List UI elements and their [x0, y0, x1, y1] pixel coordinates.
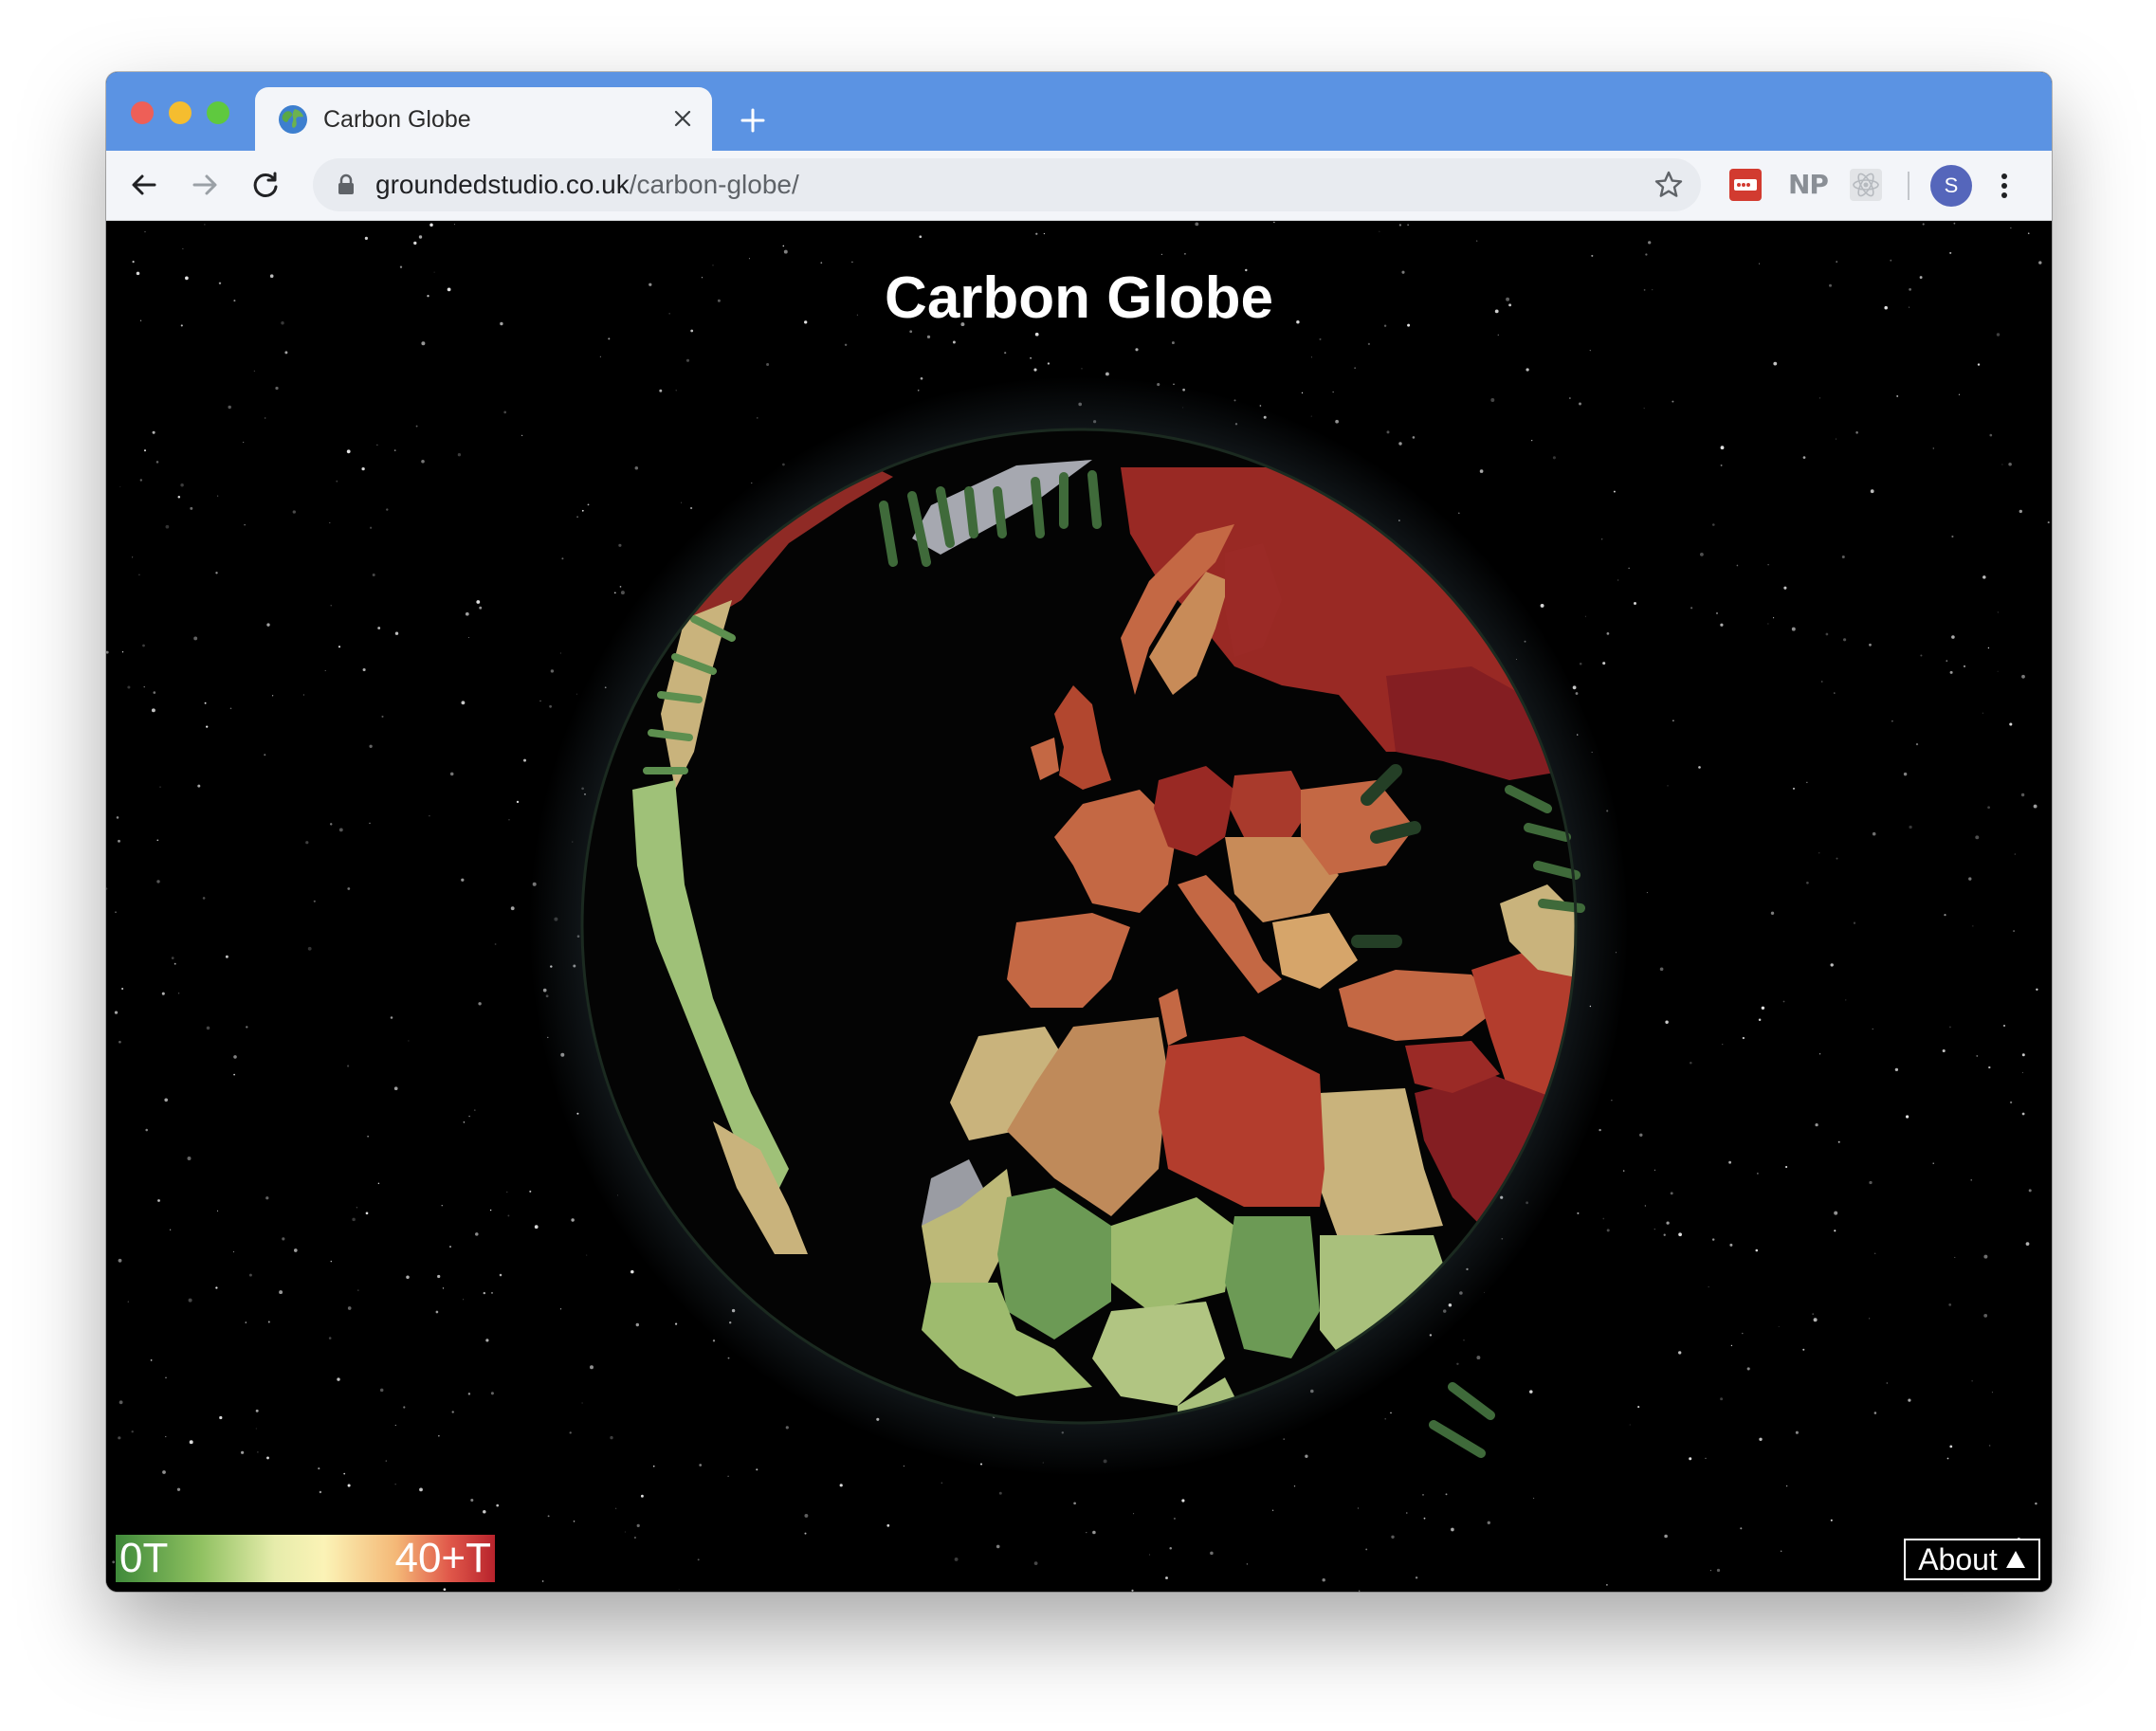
forward-button[interactable]	[184, 164, 226, 206]
url-path: /carbon-globe/	[629, 170, 799, 199]
country-southern-africa[interactable]	[1197, 1510, 1453, 1592]
carbon-globe-visualization[interactable]	[106, 221, 2052, 1592]
reload-button[interactable]	[245, 164, 286, 206]
password-manager-extension-icon[interactable]	[1729, 169, 1762, 201]
close-window-button[interactable]	[131, 101, 154, 124]
dots-icon	[1734, 179, 1757, 191]
np-extension-icon[interactable]: NP	[1788, 167, 1832, 201]
plus-icon	[740, 108, 765, 133]
close-tab-button[interactable]	[667, 102, 699, 135]
triangle-up-icon	[2005, 1551, 2025, 1568]
react-devtools-extension-icon[interactable]	[1849, 168, 1883, 202]
lock-icon	[338, 173, 354, 194]
bookmark-star-icon[interactable]	[1654, 170, 1684, 200]
profile-avatar[interactable]: S	[1930, 165, 1972, 207]
url-host: groundedstudio.co.uk	[375, 170, 630, 199]
browser-window: Carbon Globe groundedstudio.co.uk/carbon…	[106, 72, 2052, 1592]
globe-viewport[interactable]: Carbon Globe 0T 40+T About	[106, 221, 2052, 1592]
maximize-window-button[interactable]	[207, 101, 229, 124]
country-south-africa[interactable]	[1272, 1576, 1367, 1592]
country-madagascar-rim[interactable]	[1471, 1387, 1547, 1482]
back-button[interactable]	[123, 164, 165, 206]
minimize-window-button[interactable]	[169, 101, 192, 124]
legend-min-label: 0T	[119, 1535, 169, 1581]
emissions-legend: 0T 40+T	[116, 1535, 495, 1582]
tab-strip: Carbon Globe	[106, 72, 2052, 151]
toolbar-divider	[1908, 172, 1909, 200]
url-text[interactable]: groundedstudio.co.uk/carbon-globe/	[375, 170, 799, 200]
globe-favicon-icon	[279, 105, 307, 134]
about-button[interactable]: About	[1904, 1539, 2040, 1580]
about-label: About	[1918, 1541, 1998, 1576]
reload-icon	[253, 172, 278, 197]
page-title: Carbon Globe	[885, 265, 1273, 331]
arrow-right-icon	[192, 174, 217, 195]
active-tab[interactable]: Carbon Globe	[255, 87, 712, 151]
tab-title: Carbon Globe	[323, 106, 471, 133]
legend-max-label: 40+T	[394, 1535, 491, 1581]
close-icon	[674, 110, 691, 127]
address-bar[interactable]: groundedstudio.co.uk/carbon-globe/	[313, 158, 1701, 211]
browser-toolbar: groundedstudio.co.uk/carbon-globe/ NP S	[106, 151, 2052, 221]
new-tab-button[interactable]	[734, 101, 772, 139]
arrow-left-icon	[132, 174, 156, 195]
more-menu-icon[interactable]	[1995, 165, 2014, 207]
